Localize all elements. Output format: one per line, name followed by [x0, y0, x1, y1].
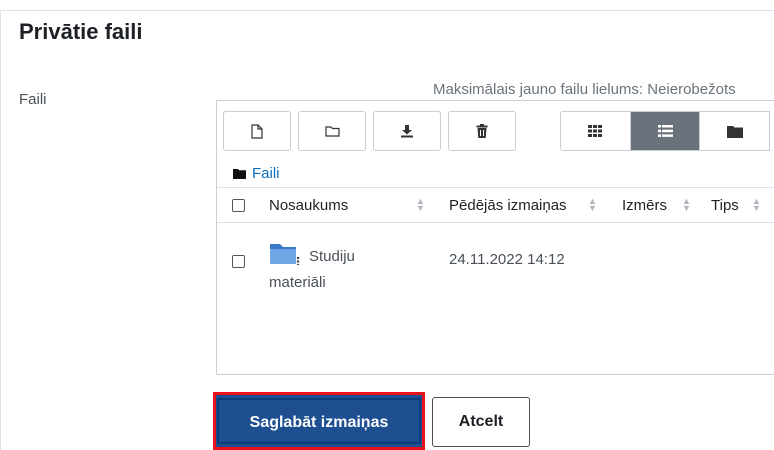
list-icon — [657, 125, 673, 137]
view-switcher — [560, 111, 770, 151]
trash-icon — [476, 124, 488, 138]
grid-icon — [588, 125, 603, 137]
view-list-button[interactable] — [630, 112, 701, 150]
folder-icon — [324, 126, 340, 137]
download-icon — [401, 125, 413, 138]
sort-icon[interactable]: ▲ ▼ — [416, 197, 425, 213]
row-checkbox[interactable] — [232, 255, 245, 268]
sort-icon[interactable]: ▲ ▼ — [752, 197, 761, 213]
page-title: Privātie faili — [19, 19, 143, 44]
select-all-checkbox[interactable] — [232, 199, 245, 212]
cancel-button[interactable]: Atcelt — [432, 397, 530, 447]
column-header-type[interactable]: Tips — [711, 197, 739, 214]
folder-icon — [269, 241, 301, 272]
sort-icon[interactable]: ▲ ▼ — [682, 197, 691, 213]
max-file-size-text: Maksimālais jauno failu lielums: Neierob… — [433, 81, 736, 98]
delete-button[interactable] — [448, 111, 516, 151]
folder-icon — [233, 169, 246, 179]
view-icons-button[interactable] — [561, 112, 631, 150]
sort-icon[interactable]: ▲ ▼ — [588, 197, 597, 213]
column-header-size[interactable]: Izmērs — [622, 197, 667, 214]
add-file-button[interactable] — [223, 111, 291, 151]
table-header: Nosaukums ▲ ▼ Pēdējās izmaiņas ▲ ▼ Izmērs … — [217, 187, 774, 223]
folder-tree-icon — [726, 125, 743, 138]
column-header-name[interactable]: Nosaukums — [269, 197, 348, 214]
file-manager: Faili Nosaukums ▲ ▼ Pēdējās izmaiņas ▲ ▼ I… — [216, 100, 774, 375]
save-changes-button[interactable]: Saglabāt izmaiņas — [213, 392, 425, 450]
table-row[interactable]: Studiju materiāli 24.11.2022 14:12 — [217, 236, 774, 296]
column-header-modified[interactable]: Pēdējās izmaiņas — [449, 197, 567, 214]
breadcrumb-link-files[interactable]: Faili — [252, 165, 280, 182]
folder-link[interactable]: Studiju materiāli — [269, 241, 389, 294]
row-modified-date: 24.11.2022 14:12 — [449, 251, 565, 268]
download-button[interactable] — [373, 111, 441, 151]
breadcrumb: Faili — [233, 165, 280, 182]
field-label-files: Faili — [19, 91, 47, 108]
create-folder-button[interactable] — [298, 111, 366, 151]
file-icon — [251, 123, 263, 139]
view-tree-button[interactable] — [700, 112, 770, 150]
